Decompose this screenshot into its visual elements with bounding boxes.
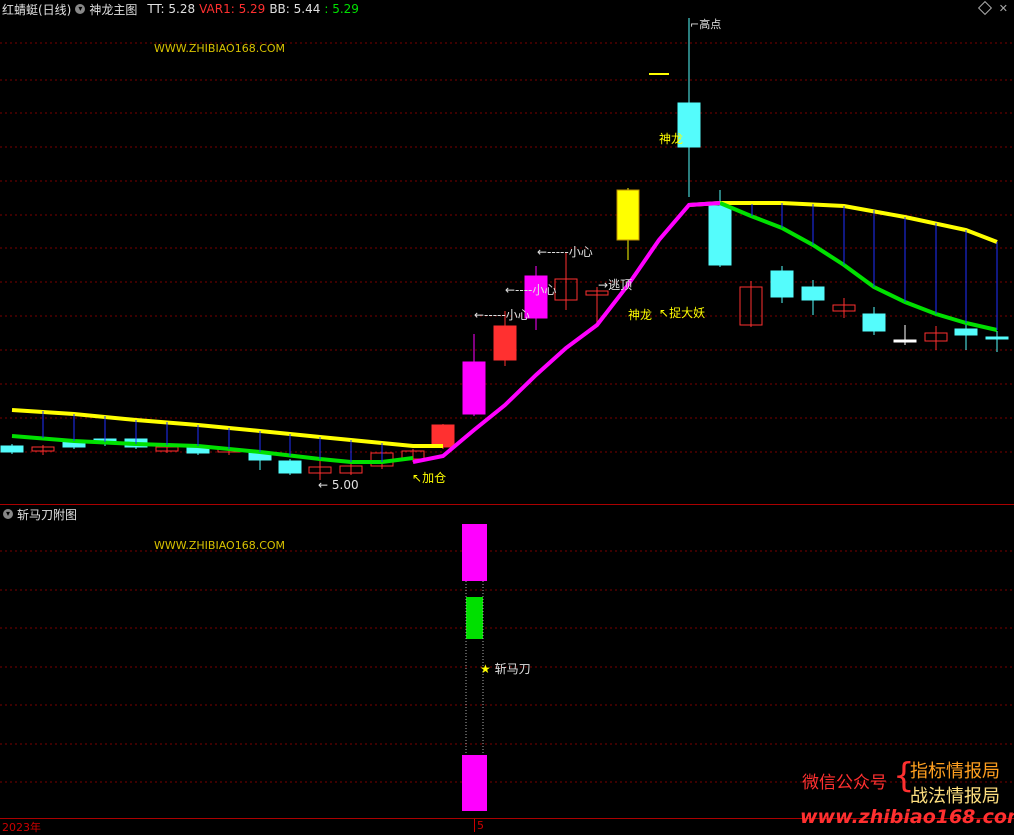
candle-body — [493, 325, 517, 361]
sub-indicator-name[interactable]: 斩马刀附图 — [17, 506, 77, 523]
candle-body — [462, 361, 486, 415]
yellow-dash-marker — [649, 73, 669, 75]
promo-line-1: 指标情报局 — [910, 761, 1000, 782]
sub-watermark: WWW.ZHIBIAO168.COM — [154, 539, 286, 552]
careful-label-1: ←-----小心 — [474, 308, 530, 322]
candle-body — [862, 313, 886, 332]
promo-line-2: 战法情报局 — [910, 786, 1000, 807]
shenlong-label-2: 神龙 — [659, 132, 684, 146]
year-label: 2023年 — [2, 821, 41, 834]
wechat-label: 微信公众号 — [802, 773, 887, 793]
star-icon: ★ — [480, 662, 491, 676]
candles — [0, 18, 1009, 480]
candle-body — [278, 460, 302, 474]
careful-label-3: ←-----小心 — [537, 245, 593, 259]
sub-bar-magenta-bottom — [462, 755, 487, 811]
escape-top-label: →逃顶 — [598, 278, 633, 292]
magenta-line — [412, 201, 721, 464]
careful-label-2: ←----小心 — [505, 283, 557, 297]
add-position-label: ↖加仓 — [412, 471, 447, 485]
candle-body — [708, 205, 732, 266]
candle-body — [616, 189, 640, 241]
zhanmadao-signal-label: ★ 斩马刀 — [480, 662, 531, 676]
top-marker-label: ⌐高点 — [690, 18, 722, 31]
dropdown-icon[interactable]: ▾ — [3, 509, 13, 519]
candle-body — [801, 286, 825, 301]
candle-body — [431, 424, 455, 448]
low-price-label: ← 5.00 — [318, 478, 359, 492]
catch-demon-label: ↖捉大妖 — [659, 306, 706, 320]
panel-separator[interactable] — [0, 504, 1014, 505]
candle-body — [985, 336, 1009, 340]
shenlong-label-1: 神龙 — [628, 308, 653, 322]
month-label: 5 — [474, 819, 484, 832]
candle-body — [770, 270, 794, 298]
chart-canvas — [0, 18, 1014, 811]
promo-site: www.zhibiao168.com — [800, 806, 1014, 828]
candle-body — [954, 328, 978, 336]
sub-bar-magenta-top — [462, 524, 487, 581]
sub-bar-green — [466, 597, 483, 639]
candle-body — [0, 445, 24, 453]
sub-panel-header: ▾ 斩马刀附图 — [0, 505, 81, 523]
candle-body — [893, 339, 917, 343]
